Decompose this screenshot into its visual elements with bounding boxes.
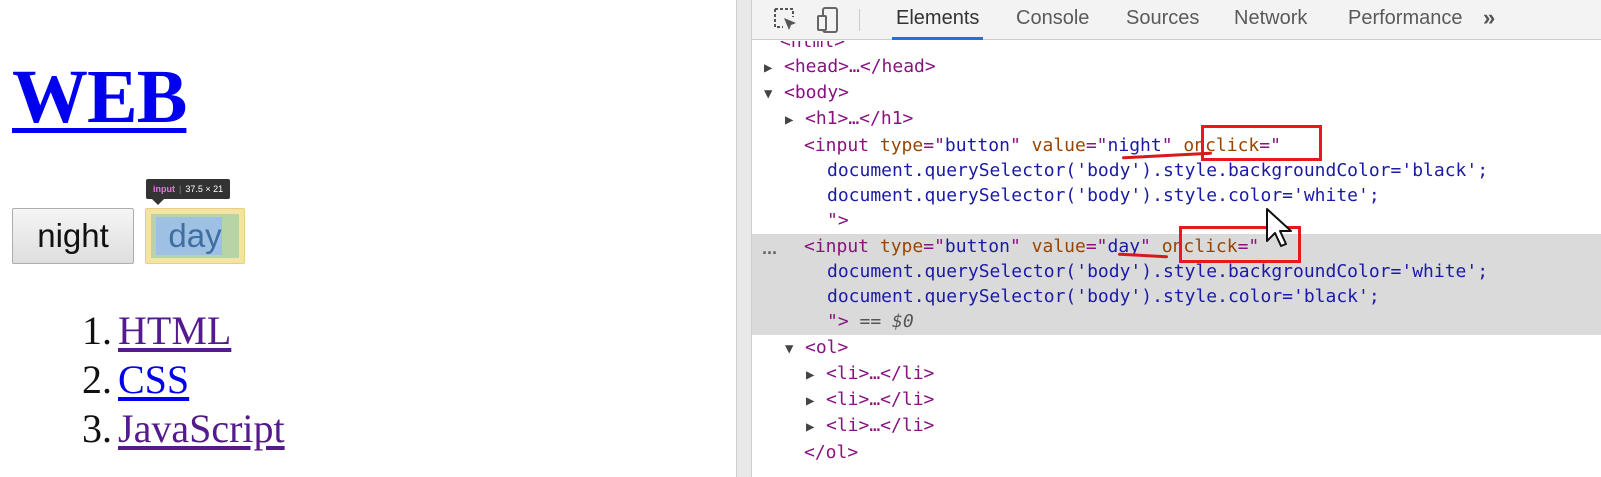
tag-li: <li>…</li> (826, 415, 935, 436)
node-actions-ellipsis[interactable]: ... (762, 238, 777, 259)
day-button[interactable]: day (145, 208, 245, 264)
tag-close: "> (827, 311, 849, 332)
attr-name: type (879, 236, 924, 257)
list-item: 1. HTML (60, 306, 285, 355)
javascript-link[interactable]: JavaScript (118, 404, 285, 453)
attr-name: type (879, 135, 924, 156)
tag-input: <input (804, 135, 870, 156)
expand-triangle-icon[interactable]: ▶ (806, 363, 826, 388)
list-item: 2. CSS (60, 355, 285, 404)
attr-value: button (944, 236, 1010, 257)
attr-name: value (1031, 236, 1086, 257)
page-heading-link[interactable]: WEB (12, 54, 187, 140)
dom-line-ol[interactable]: ▼ <ol> (785, 335, 848, 360)
tag-ol: <ol> (805, 337, 849, 358)
dom-tree: ... <html> ▶ <head>…</head> ▼ <body> ▶ <h1>… (752, 41, 1601, 477)
expand-triangle-icon[interactable]: ▶ (785, 108, 805, 133)
tab-sources[interactable]: Sources (1122, 0, 1203, 40)
list-item: 3. JavaScript (60, 404, 285, 453)
more-tabs-button[interactable]: » (1479, 0, 1499, 40)
collapse-triangle-icon[interactable]: ▼ (785, 337, 805, 362)
day-button-label: day (168, 217, 222, 254)
dom-line-head[interactable]: ▶ <head>…</head> (764, 54, 936, 79)
tag-head: <head>…</head> (784, 56, 936, 77)
tab-console[interactable]: Console (1012, 0, 1093, 40)
tab-elements[interactable]: Elements (892, 0, 984, 40)
dom-line-h1[interactable]: ▶ <h1>…</h1> (785, 106, 913, 131)
dom-line-ol-close[interactable]: </ol> (804, 440, 858, 465)
dom-line-html[interactable]: <html> (780, 41, 845, 54)
inspect-element-icon[interactable] (772, 6, 800, 34)
annotation-box-onclick-night (1201, 125, 1322, 161)
expand-triangle-icon[interactable]: ▶ (764, 56, 784, 81)
device-toolbar-icon[interactable] (814, 6, 842, 34)
dom-line-li[interactable]: ▶ <li>…</li> (806, 413, 934, 438)
mouse-cursor-icon (1266, 208, 1292, 247)
list-number: 3. (82, 406, 112, 451)
html-link[interactable]: HTML (118, 306, 231, 355)
attr-value: button (944, 135, 1010, 156)
attr-name: value (1031, 135, 1086, 156)
dom-line-code: document.querySelector('body').style.col… (827, 185, 1380, 206)
selected-marker: == $0 (859, 311, 914, 332)
dom-line-code: document.querySelector('body').style.bac… (827, 160, 1489, 181)
devtools-toolbar: Elements Console Sources Network Perform… (752, 0, 1601, 40)
tooltip-tag: input (153, 184, 175, 194)
tag-html: <html> (780, 41, 846, 52)
list-number: 1. (82, 308, 112, 353)
tab-network[interactable]: Network (1230, 0, 1311, 40)
dom-line-body[interactable]: ▼ <body> (764, 80, 849, 105)
dom-line-li[interactable]: ▶ <li>…</li> (806, 361, 934, 386)
expand-triangle-icon[interactable]: ▶ (806, 415, 826, 440)
collapse-triangle-icon[interactable]: ▼ (764, 82, 784, 107)
attr-value: night (1107, 135, 1162, 156)
tag-body: <body> (784, 82, 850, 103)
css-link[interactable]: CSS (118, 355, 189, 404)
devtools-splitter[interactable] (736, 0, 752, 477)
tag-li: <li>…</li> (826, 389, 935, 410)
topic-list: 1. HTML 2. CSS 3. JavaScript (60, 306, 285, 453)
dom-line-close: "> == $0 (827, 309, 914, 334)
devtools-panel: Elements Console Sources Network Perform… (752, 0, 1601, 477)
tooltip-size: 37.5 × 21 (185, 184, 224, 194)
dom-line-close: "> (827, 210, 849, 231)
night-button-label: night (37, 217, 109, 254)
tab-performance[interactable]: Performance (1344, 0, 1467, 40)
night-button[interactable]: night (12, 208, 134, 264)
dom-line-code: document.querySelector('body').style.bac… (827, 261, 1489, 282)
list-number: 2. (82, 357, 112, 402)
rendered-page: WEB input | 37.5 × 21 night day 1. HTML 2.… (0, 0, 736, 477)
element-inspect-tooltip: input | 37.5 × 21 (146, 179, 231, 205)
toolbar-divider (859, 9, 860, 31)
expand-triangle-icon[interactable]: ▶ (806, 389, 826, 414)
tag-h1: <h1>…</h1> (805, 108, 914, 129)
tag-input: <input (804, 236, 870, 257)
tag-li: <li>…</li> (826, 363, 935, 384)
dom-line-code: document.querySelector('body').style.col… (827, 286, 1380, 307)
dom-line-li[interactable]: ▶ <li>…</li> (806, 387, 934, 412)
